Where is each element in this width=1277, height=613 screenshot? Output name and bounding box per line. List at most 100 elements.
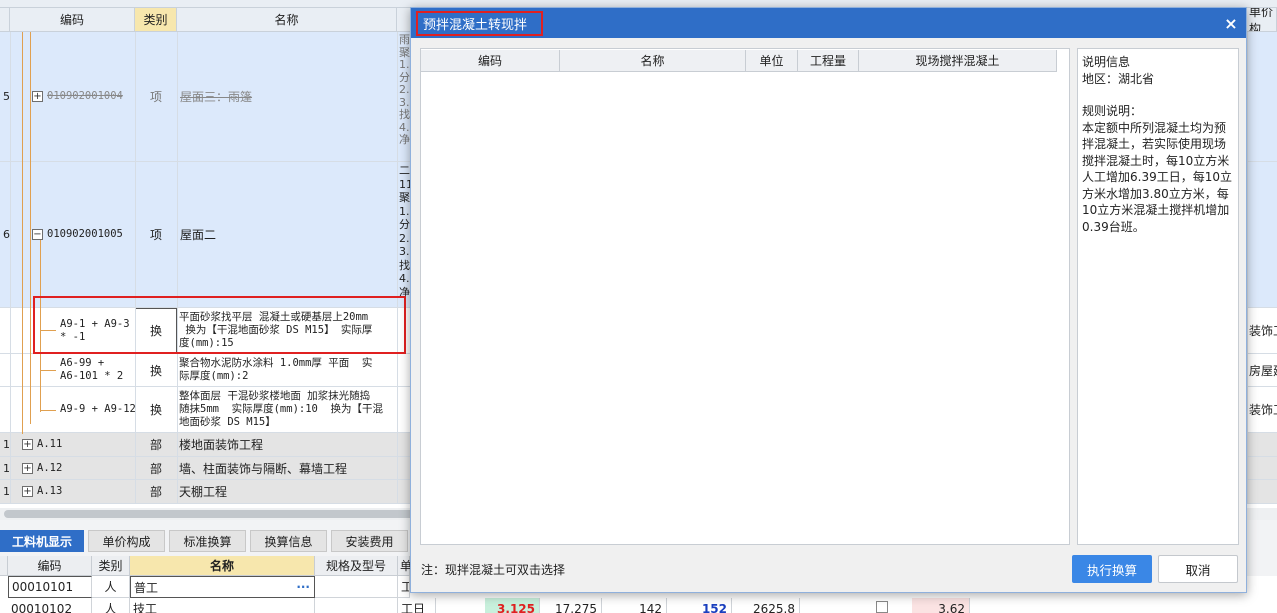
row-right-label: 房屋建筑 [1249,363,1277,378]
row-number: 1 [3,438,10,451]
row-name: 屋面三：雨篷 [180,90,253,104]
column-onsite-concrete[interactable]: 现场搅拌混凝土 [859,50,1057,72]
row-code: 010902001005 [47,228,123,240]
row-number: 1 [3,485,10,498]
row-type: 部 [149,485,162,499]
row-code: A6-99 + A6-101 * 2 [60,357,124,382]
material-code[interactable]: 00010102 [8,598,92,613]
tab-conversion-info[interactable]: 换算信息 [250,530,327,552]
expand-icon[interactable]: + [22,439,33,450]
row-right-label: 装饰工程 [1249,324,1277,338]
concrete-list[interactable] [420,48,1070,545]
tree-line [30,32,31,424]
execute-button[interactable]: 执行换算 [1072,555,1152,583]
bottom-header-type[interactable]: 类别 [92,556,130,576]
row-code: A.11 [37,438,63,450]
dialog-titlebar[interactable]: 预拌混凝土转现拌 × [411,8,1246,38]
rule-text: 本定额中所列混凝土均为预拌混凝土，若实际使用现场搅拌混凝土时，每10立方米人工增… [1082,120,1232,234]
material-value: 17.275 [540,598,602,613]
close-icon[interactable]: × [1222,13,1240,33]
grid-line [397,32,398,504]
bottom-header-spec[interactable]: 规格及型号 [315,556,398,576]
row-type: 项 [149,90,162,104]
row-code: 010902001004 [47,90,123,102]
code-cell: + 010902001004 [32,32,135,161]
material-name-cell[interactable]: 普工 ··· [130,576,315,598]
row-right-label: 装饰工程 [1249,403,1277,417]
row-name: 聚合物水泥防水涂料 1.0mm厚 平面 实 际厚度(mm):2 [179,357,373,382]
code-cell: + A.13 [22,480,135,503]
expand-icon[interactable]: + [22,462,33,474]
header-code[interactable]: 编码 [10,8,135,32]
row-number: 1 [3,461,10,475]
grid-line [1247,32,1248,504]
rule-title: 规则说明： [1082,104,1143,118]
header-type[interactable]: 类别 [135,8,177,32]
row-number: 6 [3,228,10,241]
material-unit: 工 [398,576,410,598]
tab-labor-material[interactable]: 工料机显示 [0,530,84,552]
header-unit-price[interactable]: 单价构 [1247,8,1277,32]
column-code[interactable]: 编码 [421,50,560,72]
row-type: 换 [149,403,162,417]
material-name: 技工 [130,598,315,613]
collapse-icon[interactable]: − [32,229,43,240]
header-name[interactable]: 名称 [177,8,397,32]
bottom-header-num [0,556,8,576]
column-name[interactable]: 名称 [560,50,746,72]
bottom-header-unit[interactable]: 单 [398,556,412,576]
material-qty: 3.125 [485,598,540,613]
row-type: 部 [149,438,162,452]
row-type: 部 [149,461,162,476]
row-name: 屋面二 [180,228,217,242]
row-name: 整体面层 干混砂浆楼地面 加浆抹光随捣 随抹5mm 实际厚度(mm):10 换为… [179,390,384,428]
column-unit[interactable]: 单位 [746,50,798,72]
highlight-box [33,296,406,354]
scrollbar-thumb[interactable] [4,510,424,518]
ellipsis-button[interactable]: ··· [296,580,310,594]
grid-line [177,32,178,504]
row-code: A9-9 + A9-12 [60,403,135,415]
tree-line [22,32,23,434]
material-spec [315,576,398,598]
header-num [0,8,10,32]
tab-install-fee[interactable]: 安装费用 [331,530,408,552]
checkbox[interactable] [876,601,888,613]
info-panel: 说明信息 地区：湖北省 规则说明： 本定额中所列混凝土均为预拌混凝土，若实际使用… [1077,48,1239,545]
row-number: 5 [3,90,10,103]
tab-unit-price[interactable]: 单价构成 [88,530,165,552]
code-cell: − 010902001005 [32,162,135,307]
code-cell: + A.11 [22,433,135,456]
column-quantity[interactable]: 工程量 [798,50,859,72]
row-name: 楼地面装饰工程 [179,438,264,452]
material-value: 152 [667,598,732,613]
bottom-header-name[interactable]: 名称 [130,556,315,576]
material-code[interactable]: 00010101 [8,576,92,598]
material-unit: 工日 [398,598,436,613]
info-title: 说明信息 [1082,55,1131,69]
row-type: 项 [149,228,162,242]
tab-standard-conversion[interactable]: 标准换算 [169,530,246,552]
row-type: 换 [149,363,162,378]
expand-icon[interactable]: + [22,486,33,497]
material-spec [315,598,398,613]
row-code: A.12 [37,461,63,474]
tree-tick [40,410,56,411]
tree-tick [40,370,56,371]
dialog-title: 预拌混凝土转现拌 [416,11,543,36]
code-cell: + A.12 [22,457,135,479]
grid-line [10,32,11,504]
material-value: 2625.8 [732,598,800,613]
material-value: 3.62 [912,598,970,613]
dialog-note: 注：现拌混凝土可双击选择 [421,563,566,577]
material-type: 人 [92,598,130,613]
material-type: 人 [92,576,130,598]
row-name: 墙、柱面装饰与隔断、幕墙工程 [179,461,348,476]
row-code: A.13 [37,485,63,497]
bottom-header-code[interactable]: 编码 [8,556,92,576]
cancel-button[interactable]: 取消 [1158,555,1238,583]
expand-icon[interactable]: + [32,91,43,102]
grid-line [135,32,136,504]
table-row[interactable]: 00010102 人 技工 工日 3.125 17.275 142 152 26… [0,598,1277,613]
info-region: 地区：湖北省 [1082,71,1155,86]
